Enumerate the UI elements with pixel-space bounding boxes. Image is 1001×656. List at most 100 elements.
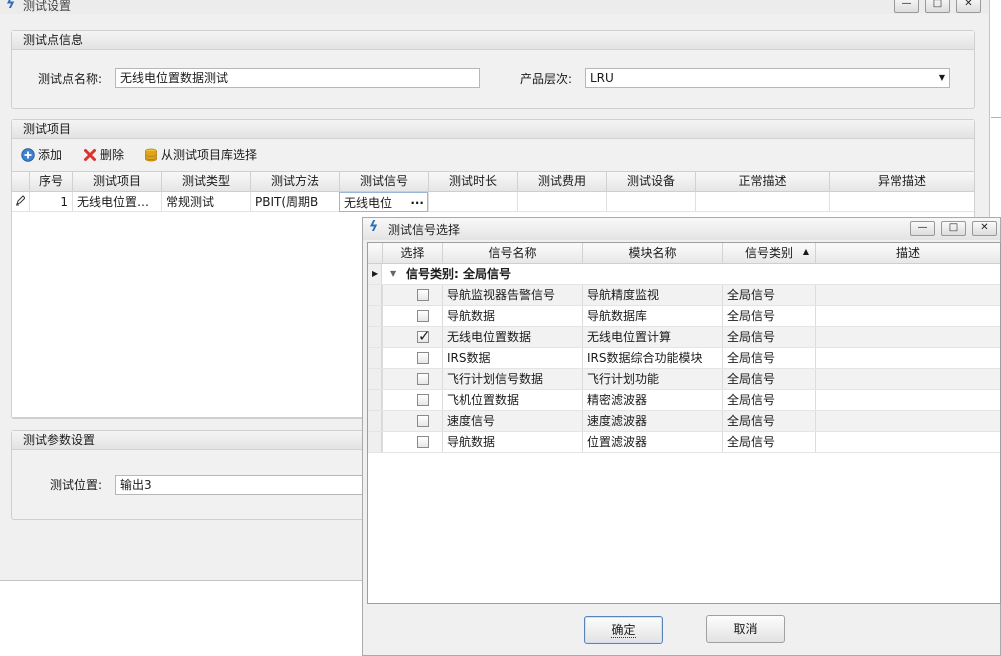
table-row[interactable]: 导航监视器告警信号 导航精度监视 全局信号 [368,285,1000,306]
col-header-normal-desc[interactable]: 正常描述 [695,172,829,192]
module-name-cell: 精密滤波器 [582,390,722,410]
signal-name-cell: 飞行计划信号数据 [442,369,582,389]
collapse-chevron-icon[interactable]: ▼ [390,264,396,284]
module-name-cell: 导航精度监视 [582,285,722,305]
module-name-cell: 无线电位置计算 [582,327,722,347]
table-row[interactable]: 导航数据 导航数据库 全局信号 [368,306,1000,327]
col-header-abnormal-desc[interactable]: 异常描述 [829,172,974,192]
table-row[interactable]: 1 无线电位置… 常规测试 PBIT(周期B 无线电位 ··· [12,192,974,212]
col-header-signal-name[interactable]: 信号名称 [442,243,582,264]
table-row[interactable]: 飞机位置数据 精密滤波器 全局信号 [368,390,1000,411]
row-signal-editor[interactable]: 无线电位 ··· [339,192,428,212]
group-label: 信号类别: 全局信号 [406,267,511,281]
table-row[interactable]: 速度信号 速度滤波器 全局信号 [368,411,1000,432]
background-divider [991,117,1001,118]
row-indicator [368,411,382,431]
col-header-signal-category[interactable]: 信号类别 ▲ [722,243,815,264]
signal-category-cell: 全局信号 [722,285,815,305]
col-header-type[interactable]: 测试类型 [161,172,250,192]
product-level-select[interactable]: LRU ▼ [585,68,950,88]
test-items-heading: 测试项目 [12,120,974,139]
select-cell [382,411,442,431]
row-normal-desc [695,192,829,212]
description-cell [815,306,1000,326]
col-header-item[interactable]: 测试项目 [72,172,161,192]
col-header-method[interactable]: 测试方法 [250,172,339,192]
maximize-button[interactable]: □ [925,0,950,13]
dialog-minimize-button[interactable]: — [910,221,935,236]
col-header-cost[interactable]: 测试费用 [517,172,606,192]
row-item: 无线电位置… [72,192,161,212]
delete-label: 删除 [100,148,125,162]
add-button[interactable]: 添加 [21,146,62,164]
minimize-button[interactable]: — [894,0,919,13]
select-cell [382,369,442,389]
from-library-button[interactable]: 从测试项目库选择 [144,146,257,164]
col-header-duration[interactable]: 测试时长 [428,172,517,192]
main-titlebar[interactable]: ϟ 测试设置 [0,0,989,14]
signal-grid[interactable]: 选择 信号名称 模块名称 信号类别 ▲ 描述 ▶ ▼ 信号类别: 全局信号 导航… [367,242,1001,604]
ok-button[interactable]: 确定 [584,616,663,644]
cancel-button[interactable]: 取消 [706,615,785,643]
col-header-signal[interactable]: 测试信号 [339,172,428,192]
point-name-input[interactable]: 无线电位置数据测试 [115,68,480,88]
signal-select-dialog: ϟ 测试信号选择 — □ ✕ 选择 信号名称 模块名称 信号类别 ▲ 描述 ▶ … [362,217,1001,656]
row-duration [428,192,517,212]
col-header-description[interactable]: 描述 [815,243,1000,264]
select-checkbox[interactable] [417,352,429,364]
signal-name-cell: 导航数据 [442,306,582,326]
description-cell [815,327,1000,347]
row-type: 常规测试 [161,192,250,212]
module-name-cell: 位置滤波器 [582,432,722,452]
table-row[interactable]: 飞行计划信号数据 飞行计划功能 全局信号 [368,369,1000,390]
dialog-logo-icon: ϟ [369,219,379,235]
row-signal: 无线电位 [344,196,393,210]
select-checkbox[interactable] [417,289,429,301]
group-row-indicator: ▶ [368,264,382,284]
signal-category-header-label: 信号类别 [744,246,793,260]
close-button[interactable]: ✕ [956,0,981,13]
dialog-title: 测试信号选择 [388,223,461,237]
row-indicator [368,306,382,326]
ok-label: 确定 [611,623,636,638]
select-checkbox[interactable] [417,310,429,322]
table-row[interactable]: 导航数据 位置滤波器 全局信号 [368,432,1000,453]
col-header-select[interactable]: 选择 [382,243,442,264]
row-equipment [606,192,695,212]
dialog-close-button[interactable]: ✕ [972,221,997,236]
table-row[interactable]: 无线电位置数据 无线电位置计算 全局信号 [368,327,1000,348]
product-level-label: 产品层次: [520,72,573,86]
select-cell [382,348,442,368]
module-name-cell: 飞行计划功能 [582,369,722,389]
current-row-arrow-icon: ▶ [372,269,379,278]
signal-browse-button[interactable]: ··· [410,193,424,211]
row-indicator [368,327,382,347]
signal-category-cell: 全局信号 [722,369,815,389]
select-checkbox[interactable] [417,373,429,385]
group-row[interactable]: ▶ ▼ 信号类别: 全局信号 [368,264,1000,285]
chevron-down-icon[interactable]: ▼ [939,69,945,87]
delete-button[interactable]: 删除 [83,146,124,164]
signal-grid-header: 选择 信号名称 模块名称 信号类别 ▲ 描述 [368,243,1000,264]
module-name-cell: IRS数据综合功能模块 [582,348,722,368]
description-cell [815,390,1000,410]
dialog-titlebar[interactable]: ϟ 测试信号选择 [363,218,1000,240]
row-indicator [368,390,382,410]
from-library-label: 从测试项目库选择 [161,148,258,162]
col-header-no[interactable]: 序号 [29,172,72,192]
point-info-heading: 测试点信息 [12,31,974,50]
select-checkbox[interactable] [417,415,429,427]
sort-ascending-icon: ▲ [802,247,809,256]
select-checkbox[interactable] [417,394,429,406]
signal-name-cell: 导航数据 [442,432,582,452]
row-indicator [368,348,382,368]
test-items-grid-header: 序号 测试项目 测试类型 测试方法 测试信号 测试时长 测试费用 测试设备 正常… [12,171,974,192]
col-header-module-name[interactable]: 模块名称 [582,243,722,264]
dialog-maximize-button[interactable]: □ [941,221,966,236]
table-row[interactable]: IRS数据 IRS数据综合功能模块 全局信号 [368,348,1000,369]
app-logo-icon: ϟ [6,0,16,12]
col-header-equipment[interactable]: 测试设备 [606,172,695,192]
add-label: 添加 [38,148,63,162]
select-checkbox[interactable] [417,327,431,345]
select-checkbox[interactable] [417,436,429,448]
